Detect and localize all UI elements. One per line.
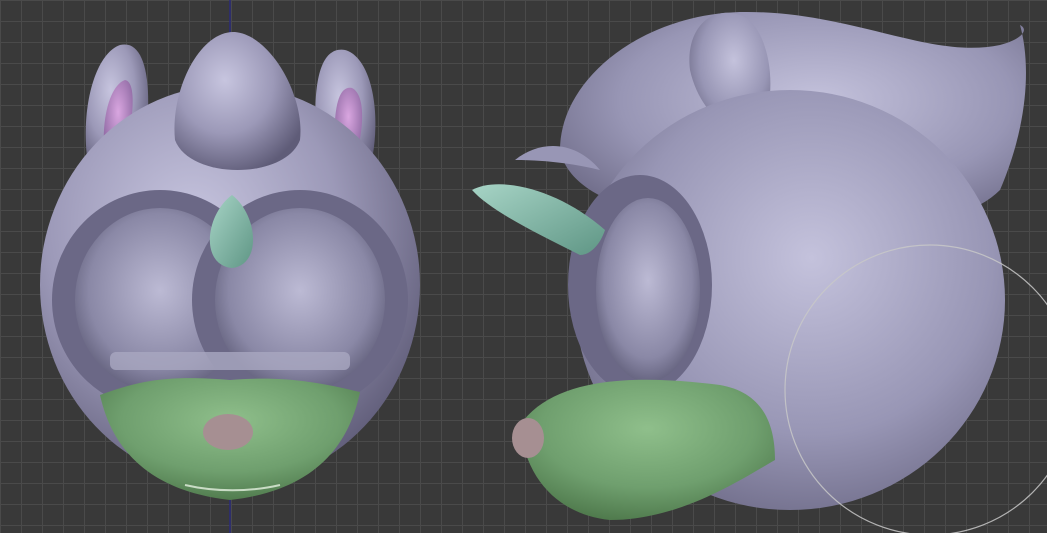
3d-viewport[interactable] — [0, 0, 1047, 533]
inner-bar — [110, 352, 350, 370]
side-horn — [472, 184, 605, 255]
side-view-model[interactable] — [472, 11, 1026, 520]
crest — [174, 31, 301, 170]
front-view-model[interactable] — [40, 31, 420, 500]
side-eye-hole — [596, 198, 700, 382]
viewport-canvas[interactable] — [0, 0, 1047, 533]
nose — [203, 414, 253, 450]
side-nose — [512, 418, 544, 458]
